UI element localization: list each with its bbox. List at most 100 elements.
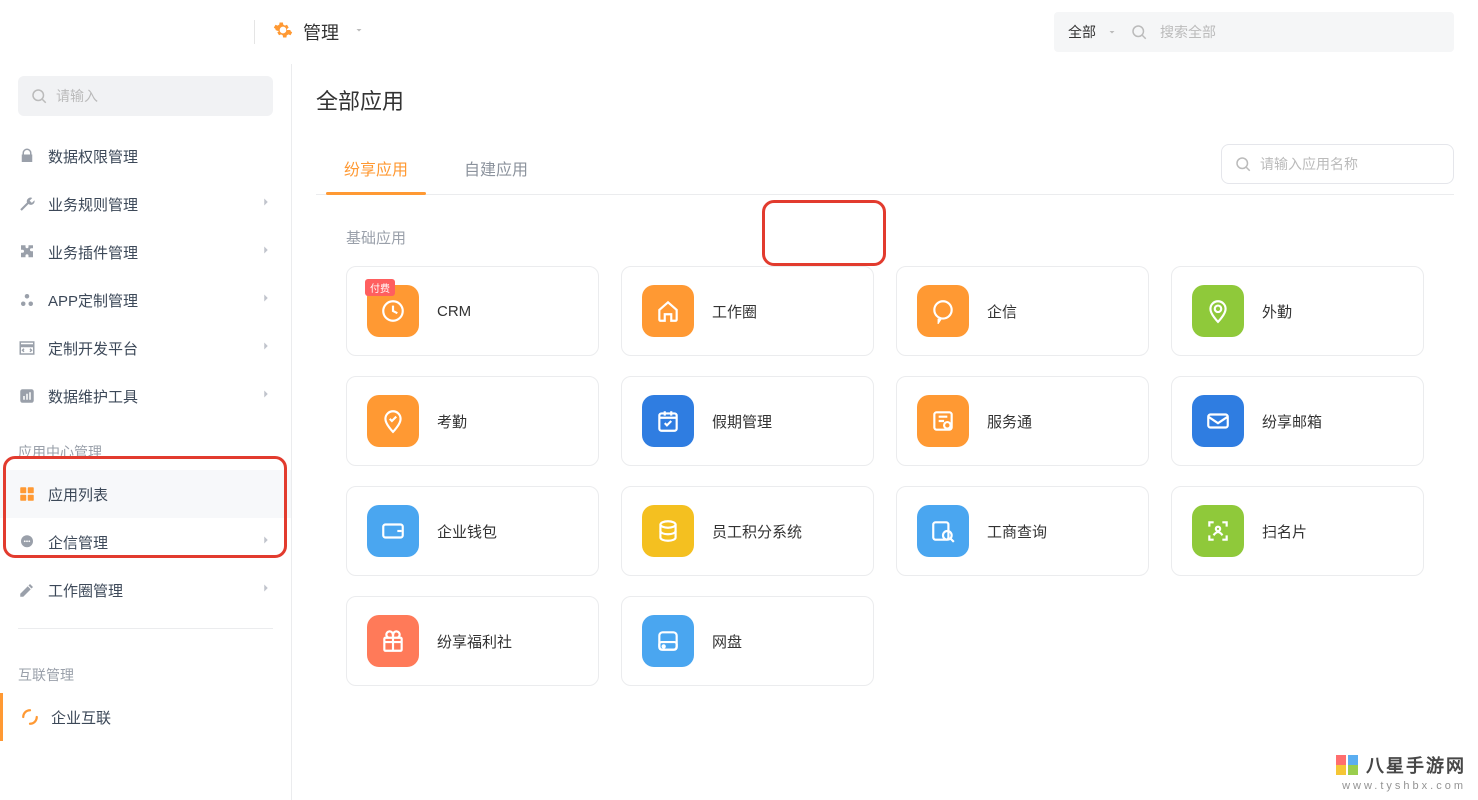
app-label: 企信	[987, 301, 1017, 322]
search-icon	[30, 87, 48, 105]
app-card[interactable]: 服务通	[896, 376, 1149, 466]
chat-icon	[18, 533, 36, 551]
sidebar-item-label: 工作圈管理	[48, 580, 247, 601]
sidebar-item-label: 企信管理	[48, 532, 247, 553]
sidebar-divider	[18, 628, 273, 629]
app-card[interactable]: 扫名片	[1171, 486, 1424, 576]
chevron-right-icon	[259, 387, 273, 405]
app-card[interactable]: 工作圈	[621, 266, 874, 356]
grid-icon	[18, 485, 36, 503]
sidebar-item-app[interactable]: APP定制管理	[0, 276, 291, 324]
global-search-input[interactable]	[1160, 24, 1440, 40]
app-card[interactable]: 企信	[896, 266, 1149, 356]
app-card[interactable]: 假期管理	[621, 376, 874, 466]
app-label: 员工积分系统	[712, 521, 802, 542]
code-icon	[18, 339, 36, 357]
header-separator	[254, 20, 255, 44]
link-icon	[21, 708, 39, 726]
sidebar-item-label: 应用列表	[48, 484, 273, 505]
sidebar-search[interactable]	[18, 76, 273, 116]
sidebar-item-edit[interactable]: 工作圈管理	[0, 566, 291, 614]
sidebar-item-label: 数据权限管理	[48, 146, 273, 167]
app-label: 工商查询	[987, 521, 1047, 542]
top-header: 管理 全部	[0, 0, 1478, 64]
sidebar-item-link[interactable]: 企业互联	[0, 693, 291, 741]
sidebar-item-lock[interactable]: 数据权限管理	[0, 132, 291, 180]
app-label: 纷享邮箱	[1262, 411, 1322, 432]
disk-icon	[642, 615, 694, 667]
app-label: 考勤	[437, 411, 467, 432]
chevron-right-icon	[259, 581, 273, 599]
tab-self-built-apps[interactable]: 自建应用	[436, 142, 556, 194]
check-pin-icon	[367, 395, 419, 447]
app-card[interactable]: 外勤	[1171, 266, 1424, 356]
app-label: 假期管理	[712, 411, 772, 432]
gift-icon	[367, 615, 419, 667]
wallet-icon	[367, 505, 419, 557]
sidebar-item-label: 数据维护工具	[48, 386, 247, 407]
caret-down-icon[interactable]	[349, 23, 365, 41]
caret-down-icon	[1106, 26, 1118, 38]
app-label: 企业钱包	[437, 521, 497, 542]
sidebar-item-label: 业务规则管理	[48, 194, 247, 215]
app-search[interactable]	[1221, 144, 1454, 184]
chevron-right-icon	[259, 339, 273, 357]
app-card[interactable]: 员工积分系统	[621, 486, 874, 576]
header-left: 管理	[254, 19, 365, 45]
sidebar: 数据权限管理业务规则管理业务插件管理 APP定制管理定制开发平台数据维护工具 应用…	[0, 64, 292, 800]
app-card[interactable]: 纷享福利社	[346, 596, 599, 686]
chevron-right-icon	[259, 195, 273, 213]
sidebar-item-code[interactable]: 定制开发平台	[0, 324, 291, 372]
app-label: 扫名片	[1262, 521, 1307, 542]
app-label: 纷享福利社	[437, 631, 512, 652]
sidebar-item-label: 企业互联	[51, 707, 273, 728]
page-title: 全部应用	[316, 84, 1454, 116]
app-label: CRM	[437, 303, 471, 320]
app-card[interactable]: 付费 CRM	[346, 266, 599, 356]
mail-icon	[1192, 395, 1244, 447]
scan-icon	[1192, 505, 1244, 557]
app-label: 服务通	[987, 411, 1032, 432]
bubble-icon	[917, 285, 969, 337]
lock-icon	[18, 147, 36, 165]
chevron-right-icon	[259, 243, 273, 261]
apps-grid: 付费 CRM 工作圈 企信 外勤考勤 假期管理 服务通 纷享邮箱企业钱包 员工积分系统 工商查询 扫…	[316, 266, 1454, 686]
search-icon	[1130, 23, 1148, 41]
tab-bar: 纷享应用自建应用	[316, 142, 1454, 195]
app-icon	[18, 291, 36, 309]
sidebar-item-chart[interactable]: 数据维护工具	[0, 372, 291, 420]
wrench-icon	[18, 195, 36, 213]
db-icon	[642, 505, 694, 557]
calendar-icon	[642, 395, 694, 447]
sidebar-item-chat[interactable]: 企信管理	[0, 518, 291, 566]
app-card[interactable]: 企业钱包	[346, 486, 599, 576]
service-icon	[917, 395, 969, 447]
badge-paid: 付费	[365, 279, 395, 296]
gear-icon	[273, 20, 293, 45]
query-icon	[917, 505, 969, 557]
header-title[interactable]: 管理	[303, 19, 339, 45]
app-search-input[interactable]	[1260, 156, 1441, 172]
app-label: 外勤	[1262, 301, 1292, 322]
sidebar-item-label: APP定制管理	[48, 290, 247, 311]
sidebar-item-grid[interactable]: 应用列表	[0, 470, 291, 518]
chart-icon	[18, 387, 36, 405]
app-card[interactable]: 纷享邮箱	[1171, 376, 1424, 466]
tab-shared-apps[interactable]: 纷享应用	[316, 142, 436, 194]
app-card[interactable]: 工商查询	[896, 486, 1149, 576]
app-card[interactable]: 网盘	[621, 596, 874, 686]
puzzle-icon	[18, 243, 36, 261]
section-title: 基础应用	[346, 227, 1454, 248]
app-card[interactable]: 考勤	[346, 376, 599, 466]
sidebar-item-puzzle[interactable]: 业务插件管理	[0, 228, 291, 276]
chevron-right-icon	[259, 533, 273, 551]
app-label: 网盘	[712, 631, 742, 652]
pin-icon	[1192, 285, 1244, 337]
sidebar-item-label: 业务插件管理	[48, 242, 247, 263]
search-filter[interactable]: 全部	[1068, 22, 1118, 42]
sidebar-search-input[interactable]	[56, 88, 261, 104]
sidebar-group-app-center: 应用中心管理	[0, 420, 291, 470]
sidebar-item-label: 定制开发平台	[48, 338, 247, 359]
global-search[interactable]: 全部	[1054, 12, 1454, 52]
sidebar-item-wrench[interactable]: 业务规则管理	[0, 180, 291, 228]
